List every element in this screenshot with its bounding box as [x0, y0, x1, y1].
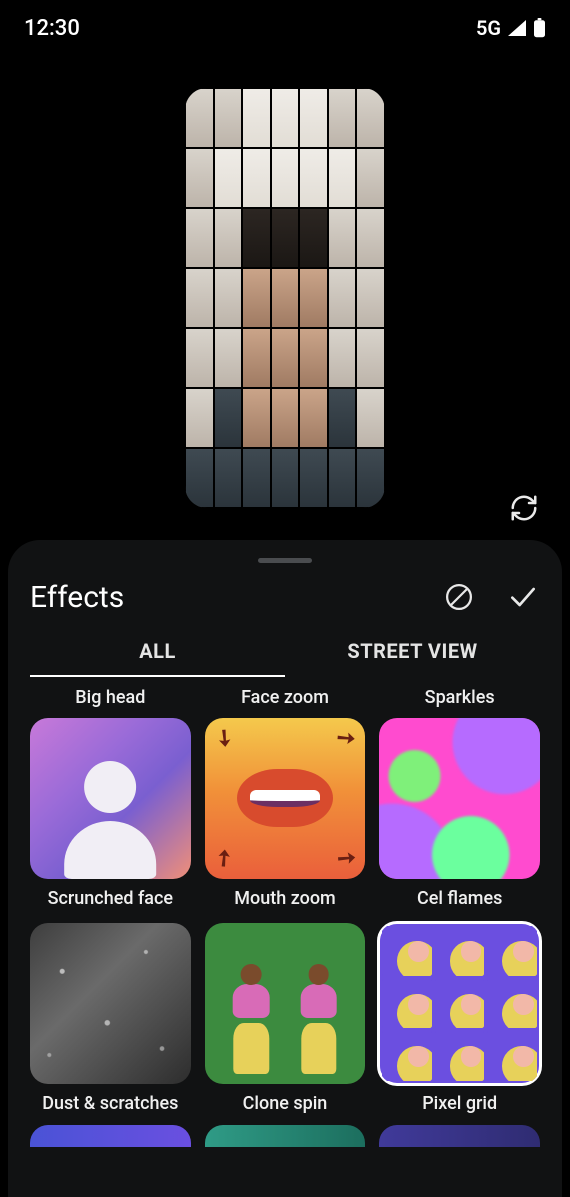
effects-row-peek-bottom [30, 1125, 540, 1147]
effect-label: Scrunched face [48, 889, 173, 910]
effect-thumb [30, 718, 191, 879]
tab-underline [30, 675, 540, 677]
check-icon [507, 581, 539, 613]
sheet-title: Effects [30, 580, 442, 615]
effect-thumb: ➘➘➚➚ [205, 718, 366, 879]
effect-category-tabs: ALL STREET VIEW [30, 639, 540, 675]
effect-preview-area [0, 56, 570, 540]
effect-label-face-zoom: Face zoom [205, 687, 366, 708]
signal-icon [507, 19, 527, 37]
effect-pixel-grid[interactable]: Pixel grid [379, 923, 540, 1114]
effect-cel-flames[interactable]: Cel flames [379, 718, 540, 909]
sheet-header: Effects [30, 573, 540, 621]
effect-label: Clone spin [243, 1094, 328, 1115]
pixel-grid-overlay [185, 88, 385, 508]
effect-thumb [205, 923, 366, 1084]
battery-icon [533, 18, 546, 38]
effect-thumb [205, 1125, 366, 1147]
effect-label-big-head: Big head [30, 687, 191, 708]
effect-preview[interactable] [185, 88, 385, 508]
effect-thumb [379, 718, 540, 879]
effect-label-sparkles: Sparkles [379, 687, 540, 708]
effect-peek[interactable] [30, 1125, 191, 1147]
effects-sheet: Effects ALL STREET VIEW Big head Face zo… [8, 540, 562, 1197]
effect-thumb [30, 923, 191, 1084]
cycle-icon [509, 493, 539, 523]
no-symbol-icon [444, 582, 474, 612]
effect-label: Pixel grid [422, 1094, 497, 1115]
effect-label: Cel flames [417, 889, 502, 910]
effect-thumb [379, 1125, 540, 1147]
confirm-button[interactable] [506, 580, 540, 614]
effect-scrunched-face[interactable]: Scrunched face [30, 718, 191, 909]
sheet-grabber[interactable] [258, 558, 312, 563]
cycle-effect-button[interactable] [504, 488, 544, 528]
effect-peek[interactable] [379, 1125, 540, 1147]
status-bar: 12:30 5G [0, 0, 570, 56]
tab-all[interactable]: ALL [30, 639, 285, 675]
effect-mouth-zoom[interactable]: ➘➘➚➚ Mouth zoom [205, 718, 366, 909]
status-right: 5G [476, 16, 546, 40]
status-time: 12:30 [24, 16, 80, 41]
clear-effect-button[interactable] [442, 580, 476, 614]
effect-thumb [30, 1125, 191, 1147]
tab-street-view[interactable]: STREET VIEW [285, 639, 540, 675]
effect-peek[interactable] [205, 1125, 366, 1147]
effect-label: Dust & scratches [42, 1094, 178, 1115]
effects-row-peek-top: Big head Face zoom Sparkles [30, 687, 540, 708]
effects-grid: Scrunched face ➘➘➚➚ Mouth zoom Cel flame… [30, 718, 540, 1115]
effect-clone-spin[interactable]: Clone spin [205, 923, 366, 1114]
effect-label: Mouth zoom [234, 889, 335, 910]
effect-thumb [379, 923, 540, 1084]
effect-dust-scratches[interactable]: Dust & scratches [30, 923, 191, 1114]
network-label: 5G [476, 16, 501, 40]
